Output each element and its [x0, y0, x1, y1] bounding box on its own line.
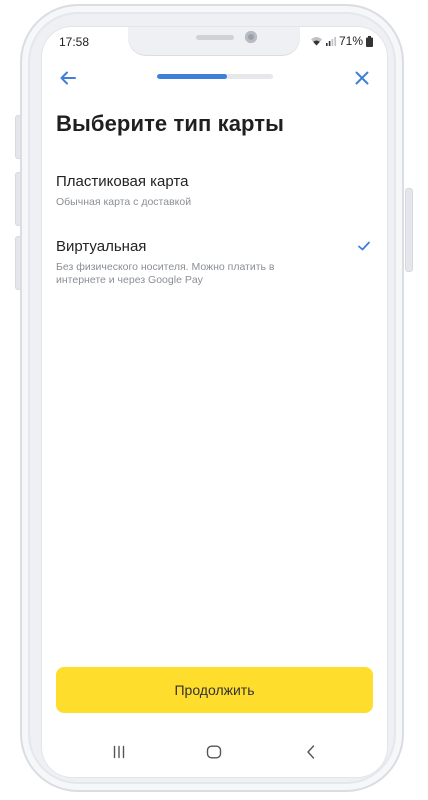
progress-bar — [157, 74, 273, 79]
continue-button[interactable]: Продолжить — [56, 667, 373, 713]
nav-recent-apps-button[interactable] — [111, 745, 127, 759]
power-button — [405, 188, 413, 272]
notch — [128, 27, 300, 55]
status-icons: 71% — [310, 34, 373, 48]
recent-apps-icon — [113, 745, 125, 759]
option-virtual-card[interactable]: Виртуальная Без физического носителя. Мо… — [42, 235, 387, 295]
battery-icon — [366, 35, 373, 47]
back-button[interactable] — [56, 67, 80, 89]
status-time: 17:58 — [59, 35, 90, 49]
option-subtitle: Обычная карта с доставкой — [56, 196, 192, 208]
camera-icon — [245, 31, 257, 43]
home-icon — [206, 745, 222, 759]
check-icon — [358, 241, 370, 251]
signal-icon — [325, 36, 336, 46]
page-title: Выберите тип карты — [56, 111, 285, 136]
battery-percent: 71% — [338, 34, 363, 48]
option-subtitle: Без физического носителя. Можно платить … — [56, 261, 275, 286]
option-plastic-card[interactable]: Пластиковая карта Обычная карта с достав… — [42, 170, 387, 220]
wifi-icon — [310, 36, 323, 46]
speaker-grille — [196, 35, 234, 40]
device-mockup: 17:58 71% Выберите тип карты Пластиковая… — [0, 0, 428, 800]
option-title: Пластиковая карта — [56, 173, 189, 190]
close-icon — [355, 71, 369, 85]
close-button[interactable] — [351, 67, 373, 89]
option-title: Виртуальная — [56, 238, 147, 255]
arrow-left-icon — [60, 71, 76, 85]
nav-home-button[interactable] — [206, 745, 222, 759]
back-icon — [307, 745, 315, 759]
phone-screen: 17:58 71% Выберите тип карты Пластиковая… — [42, 27, 387, 777]
nav-back-button[interactable] — [305, 744, 317, 760]
progress-fill — [157, 74, 227, 79]
